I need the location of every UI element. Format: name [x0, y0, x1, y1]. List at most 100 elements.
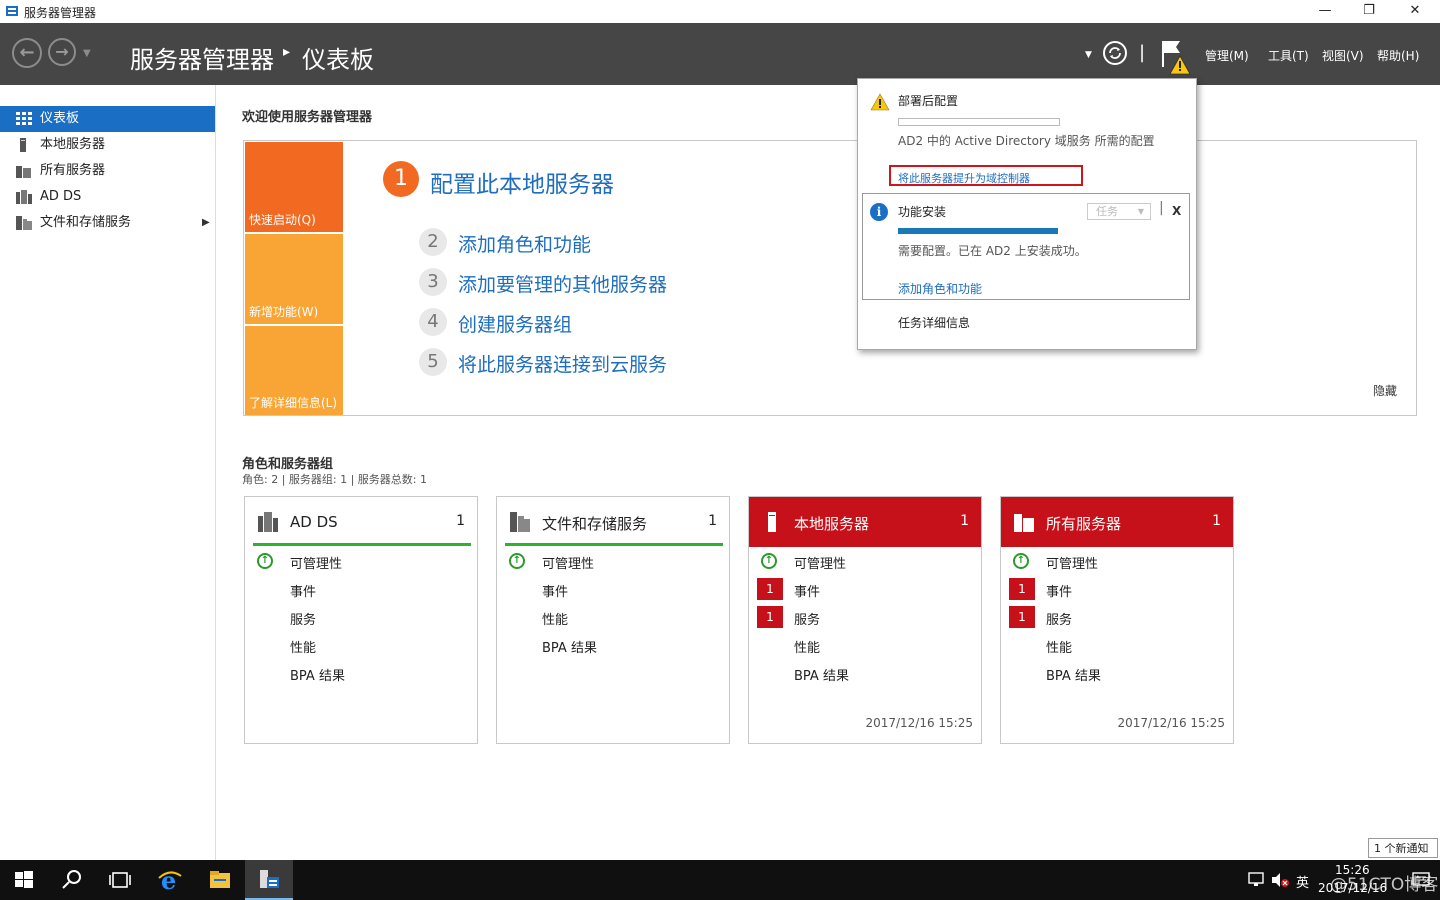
sidebar-item-dashboard[interactable]: 仪表板	[0, 106, 215, 132]
row-services[interactable]: 服务	[1046, 609, 1072, 628]
sidebar-item-all-servers[interactable]: 所有服务器	[0, 158, 215, 184]
status-ok-bar	[253, 543, 471, 546]
row-performance[interactable]: 性能	[1046, 637, 1072, 656]
feature-install-progress	[898, 228, 1058, 234]
header-dropdown-icon[interactable]: ▼	[1085, 50, 1092, 60]
new-notification-toast[interactable]: 1 个新通知	[1368, 838, 1438, 858]
step-2-number: 2	[419, 228, 447, 256]
row-performance[interactable]: 性能	[794, 637, 820, 656]
menu-help[interactable]: 帮助(H)	[1377, 47, 1419, 64]
forward-button[interactable]: →	[48, 38, 76, 66]
taskbar-server-manager[interactable]	[245, 860, 293, 900]
hide-link[interactable]: 隐藏	[1373, 382, 1397, 399]
card-header[interactable]: AD DS 1	[245, 497, 477, 547]
sidebar-item-label: AD DS	[40, 189, 82, 204]
card-count: 1	[1212, 513, 1221, 529]
step-1-number: 1	[383, 161, 419, 197]
feature-install-title: 功能安装	[898, 205, 947, 219]
card-title: 文件和存储服务	[542, 515, 648, 533]
post-deploy-title: 部署后配置	[898, 94, 959, 108]
server-manager-icon	[260, 870, 279, 888]
row-bpa[interactable]: BPA 结果	[794, 665, 849, 684]
sidebar: 仪表板 本地服务器 所有服务器 AD DS 文件和存储服务 ▶	[0, 85, 216, 860]
menu-manage[interactable]: 管理(M)	[1205, 47, 1249, 64]
card-timestamp: 2017/12/16 15:25	[1117, 716, 1225, 730]
step-3-link[interactable]: 添加要管理的其他服务器	[458, 270, 667, 297]
role-card-local-server[interactable]: 本地服务器 1 ↑ 可管理性 1 事件 1 服务 性能 BPA 结果 2017/…	[748, 496, 982, 744]
row-manageability[interactable]: 可管理性	[542, 553, 594, 572]
notifications-flag-icon[interactable]	[1158, 38, 1192, 76]
sidebar-item-label: 所有服务器	[40, 163, 106, 178]
promote-dc-link[interactable]: 将此服务器提升为域控制器	[898, 170, 1030, 186]
row-events[interactable]: 事件	[1046, 581, 1072, 600]
row-events[interactable]: 事件	[290, 581, 316, 600]
card-header[interactable]: 本地服务器 1	[749, 497, 981, 547]
row-events[interactable]: 事件	[794, 581, 820, 600]
row-bpa[interactable]: BPA 结果	[290, 665, 345, 684]
close-button[interactable]: ✕	[1392, 0, 1438, 23]
chevron-right-icon[interactable]: ▶	[202, 210, 210, 236]
role-card-ad-ds[interactable]: AD DS 1 ↑ 可管理性 事件 服务 性能 BPA 结果	[244, 496, 478, 744]
volume-muted-icon[interactable]	[1271, 872, 1291, 888]
close-notification-button[interactable]: X	[1172, 204, 1181, 218]
windows-start-icon[interactable]	[12, 868, 36, 892]
step-4-link[interactable]: 创建服务器组	[458, 310, 572, 337]
menu-tools[interactable]: 工具(T)	[1268, 47, 1309, 64]
file-storage-icon	[16, 216, 32, 230]
row-events[interactable]: 事件	[542, 581, 568, 600]
refresh-icon[interactable]	[1102, 40, 1128, 66]
tile-learn-more[interactable]: 了解详细信息(L)	[245, 326, 343, 415]
file-storage-icon	[510, 512, 530, 532]
ime-indicator[interactable]: 英	[1296, 872, 1309, 891]
search-icon[interactable]	[60, 868, 84, 892]
card-header[interactable]: 所有服务器 1	[1001, 497, 1233, 547]
servers-icon	[16, 166, 31, 178]
ad-ds-icon	[258, 512, 278, 532]
row-bpa[interactable]: BPA 结果	[542, 637, 597, 656]
role-card-all-servers[interactable]: 所有服务器 1 ↑ 可管理性 1 事件 1 服务 性能 BPA 结果 2017/…	[1000, 496, 1234, 744]
maximize-button[interactable]: ❐	[1346, 0, 1392, 23]
roles-heading: 角色和服务器组	[242, 457, 334, 472]
breadcrumb-root[interactable]: 服务器管理器	[130, 40, 274, 75]
window-titlebar: 服务器管理器 — ❐ ✕	[0, 0, 1440, 23]
row-manageability[interactable]: 可管理性	[1046, 553, 1098, 572]
sidebar-item-label: 仪表板	[40, 111, 80, 126]
step-1-link[interactable]: 配置此本地服务器	[430, 165, 614, 199]
tile-whats-new[interactable]: 新增功能(W)	[245, 234, 343, 324]
card-header[interactable]: 文件和存储服务 1	[497, 497, 729, 547]
task-dropdown[interactable]: 任务 ▼	[1087, 203, 1151, 220]
step-5-link[interactable]: 将此服务器连接到云服务	[458, 350, 667, 377]
add-roles-link[interactable]: 添加角色和功能	[898, 280, 982, 297]
sidebar-item-file-storage[interactable]: 文件和存储服务 ▶	[0, 210, 215, 236]
welcome-heading: 欢迎使用服务器管理器	[242, 110, 373, 125]
row-services[interactable]: 服务	[794, 609, 820, 628]
server-icon	[768, 512, 776, 532]
history-dropdown-icon[interactable]: ▼	[83, 48, 91, 59]
card-title: 所有服务器	[1046, 515, 1122, 533]
row-performance[interactable]: 性能	[542, 609, 568, 628]
role-card-file-storage[interactable]: 文件和存储服务 1 ↑ 可管理性 事件 性能 BPA 结果	[496, 496, 730, 744]
row-manageability[interactable]: 可管理性	[794, 553, 846, 572]
card-count: 1	[960, 513, 969, 529]
alert-badge: 1	[1009, 578, 1035, 600]
ok-arrow-icon: ↑	[509, 553, 525, 569]
internet-explorer-icon[interactable]: e	[158, 868, 182, 892]
alert-badge: 1	[1009, 606, 1035, 628]
taskbar: e 英 15:26 2017/12/16 @51CTO博客	[0, 860, 1440, 900]
sidebar-item-local-server[interactable]: 本地服务器	[0, 132, 215, 158]
task-details-link[interactable]: 任务详细信息	[898, 314, 970, 331]
step-2-link[interactable]: 添加角色和功能	[458, 230, 591, 257]
row-bpa[interactable]: BPA 结果	[1046, 665, 1101, 684]
row-manageability[interactable]: 可管理性	[290, 553, 342, 572]
back-button[interactable]: ←	[12, 38, 42, 68]
file-explorer-icon[interactable]	[208, 868, 232, 892]
task-view-icon[interactable]	[108, 868, 132, 892]
row-performance[interactable]: 性能	[290, 637, 316, 656]
tile-quick-start[interactable]: 快速启动(Q)	[245, 142, 343, 232]
sidebar-item-ad-ds[interactable]: AD DS	[0, 184, 215, 210]
network-icon[interactable]	[1248, 872, 1266, 888]
row-services[interactable]: 服务	[290, 609, 316, 628]
action-center-icon[interactable]	[1412, 872, 1430, 888]
menu-view[interactable]: 视图(V)	[1322, 47, 1364, 64]
minimize-button[interactable]: —	[1302, 0, 1348, 23]
